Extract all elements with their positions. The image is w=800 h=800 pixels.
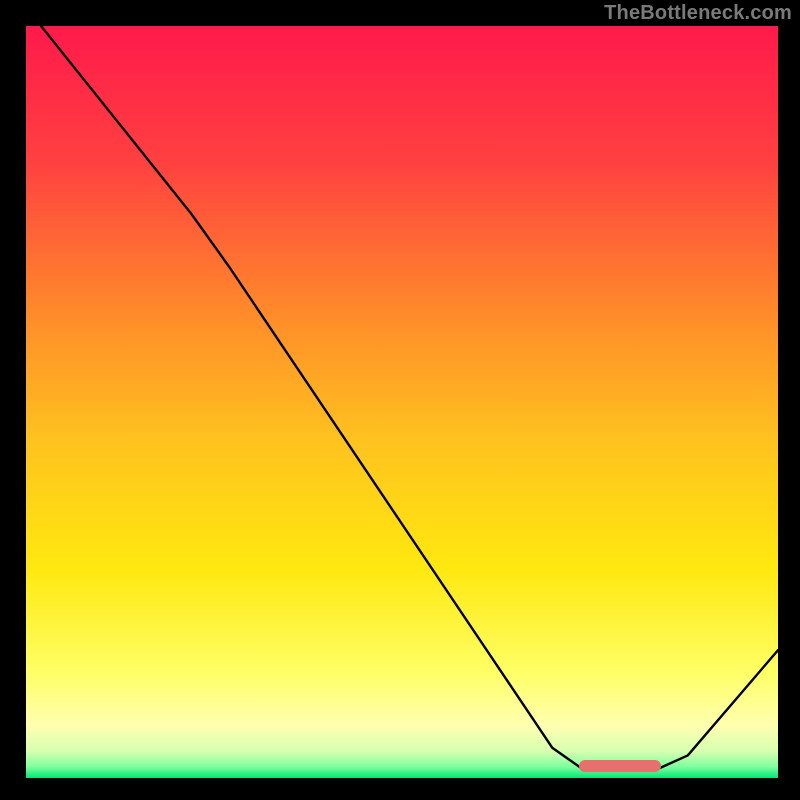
watermark-text: TheBottleneck.com	[604, 2, 792, 25]
curve-layer	[26, 26, 778, 778]
bottleneck-curve	[41, 26, 778, 769]
chart-frame: TheBottleneck.com	[0, 0, 800, 800]
plot-area	[26, 26, 778, 778]
optimal-range-marker	[579, 760, 662, 772]
